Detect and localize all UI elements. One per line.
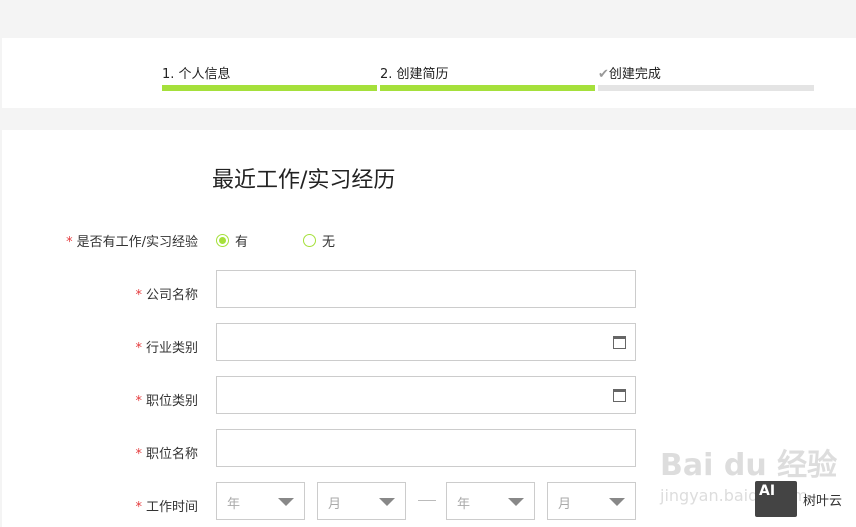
required-mark: *	[135, 288, 142, 303]
progress-steps: 1. 个人信息 2. 创建简历 ✔创建完成	[2, 38, 856, 108]
required-mark: *	[135, 500, 142, 515]
work-time-label: * 工作时间	[2, 496, 198, 515]
radio-checked-icon	[216, 234, 229, 247]
step-1-label: 1. 个人信息	[162, 67, 231, 82]
radio-no[interactable]: 无	[303, 231, 335, 250]
dropdown-arrow-icon	[379, 498, 395, 506]
position-type-picker[interactable]	[216, 376, 636, 414]
label-text: 公司名称	[145, 288, 198, 303]
range-separator	[418, 500, 436, 501]
required-mark: *	[135, 447, 142, 462]
experience-label: * 是否有工作/实习经验	[2, 231, 198, 250]
radio-no-label: 无	[322, 235, 336, 250]
step-2-label: 2. 创建简历	[380, 67, 449, 82]
industry-picker[interactable]	[216, 323, 636, 361]
end-year-select[interactable]: 年	[446, 482, 535, 520]
company-input[interactable]	[216, 270, 636, 308]
logo-mark: AI	[755, 481, 797, 517]
section-title: 最近工作/实习经历	[212, 168, 396, 193]
logo-text: 树叶云	[803, 493, 843, 509]
label-text: 工作时间	[145, 500, 198, 515]
step-3: ✔创建完成	[598, 63, 661, 82]
required-mark: *	[135, 341, 142, 356]
baidu-watermark: Bai du 经验	[660, 448, 838, 483]
industry-label: * 行业类别	[2, 337, 198, 356]
position-name-label: * 职位名称	[2, 443, 198, 462]
start-year-select[interactable]: 年	[216, 482, 305, 520]
calendar-icon	[613, 336, 626, 349]
shuyeyun-logo: AI 树叶云	[755, 481, 842, 517]
radio-yes[interactable]: 有	[216, 231, 248, 250]
dropdown-arrow-icon	[508, 498, 524, 506]
required-mark: *	[66, 235, 73, 250]
select-value: 月	[558, 497, 572, 512]
step-3-label: 创建完成	[608, 67, 661, 82]
calendar-icon	[613, 389, 626, 402]
step-1-bar	[162, 85, 377, 91]
label-text: 职位类别	[145, 394, 198, 409]
position-name-input[interactable]	[216, 429, 636, 467]
select-value: 月	[328, 497, 342, 512]
dropdown-arrow-icon	[609, 498, 625, 506]
step-2-bar	[380, 85, 595, 91]
select-value: 年	[457, 497, 471, 512]
label-text: 职位名称	[145, 447, 198, 462]
dropdown-arrow-icon	[278, 498, 294, 506]
select-value: 年	[227, 497, 241, 512]
end-month-select[interactable]: 月	[547, 482, 636, 520]
radio-unchecked-icon	[303, 234, 316, 247]
start-month-select[interactable]: 月	[317, 482, 406, 520]
required-mark: *	[135, 394, 142, 409]
company-label: * 公司名称	[2, 284, 198, 303]
step-3-bar	[598, 85, 814, 91]
radio-yes-label: 有	[235, 235, 249, 250]
check-icon: ✔	[598, 67, 609, 82]
label-text: 是否有工作/实习经验	[76, 235, 198, 250]
label-text: 行业类别	[145, 341, 198, 356]
position-type-label: * 职位类别	[2, 390, 198, 409]
